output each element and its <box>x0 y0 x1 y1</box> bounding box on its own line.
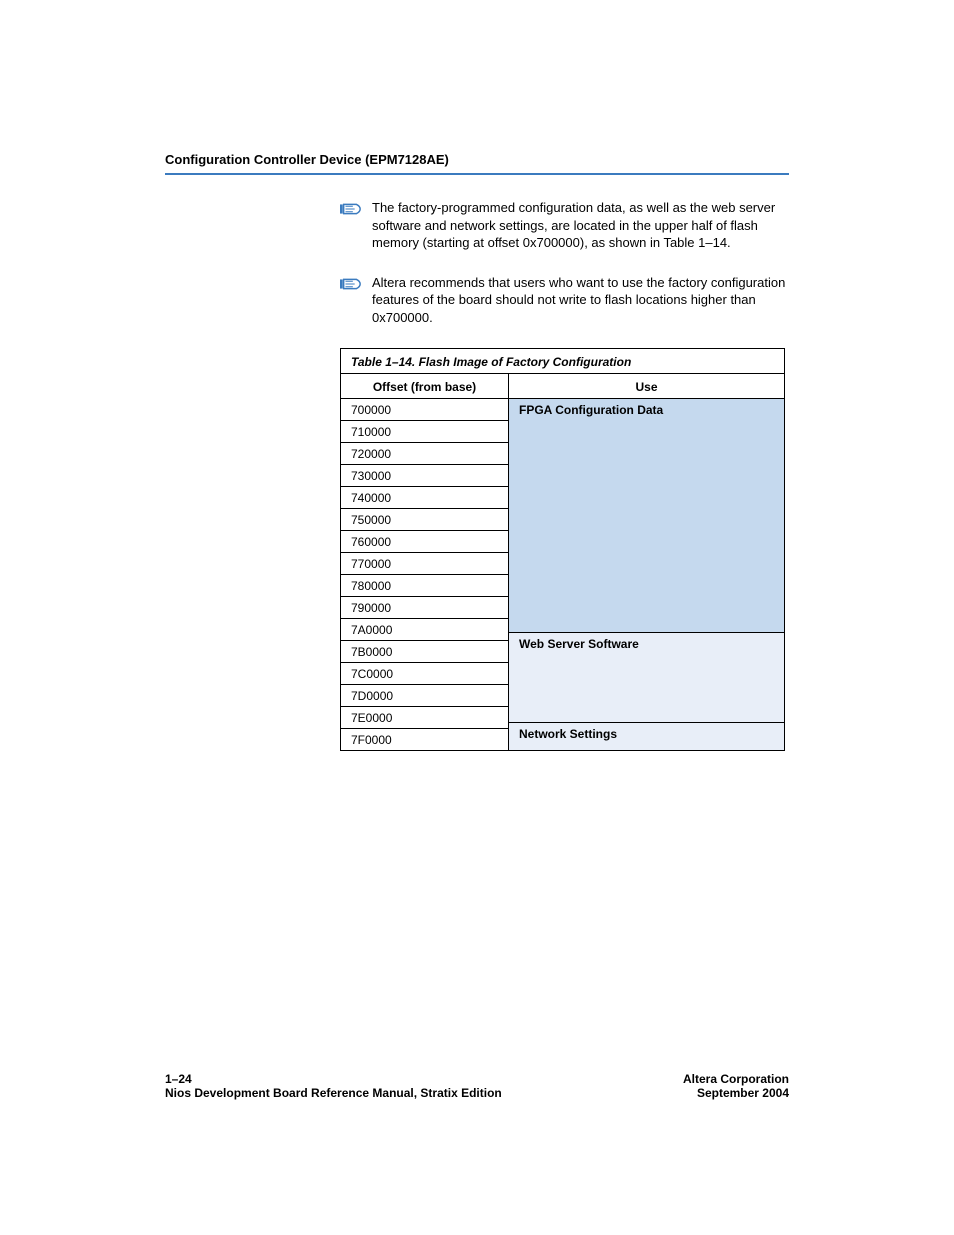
table-row: 700000 <box>341 399 508 421</box>
table-row: 7A0000 <box>341 619 508 641</box>
use-block: Network Settings <box>509 723 784 751</box>
table-header-row: Offset (from base) Use <box>341 374 784 399</box>
footer-company: Altera Corporation <box>683 1072 789 1086</box>
table-row: 7C0000 <box>341 663 508 685</box>
note-text-2: Altera recommends that users who want to… <box>372 274 789 327</box>
table-row: 750000 <box>341 509 508 531</box>
hand-pointer-icon <box>340 276 362 292</box>
table-row: 780000 <box>341 575 508 597</box>
use-block: FPGA Configuration Data <box>509 399 784 633</box>
offsets-column: 7000007100007200007300007400007500007600… <box>341 399 509 750</box>
table-row: 760000 <box>341 531 508 553</box>
header-rule <box>165 173 789 175</box>
note-text-1: The factory-programmed configuration dat… <box>372 199 789 252</box>
table-row: 730000 <box>341 465 508 487</box>
footer-page-number: 1–24 <box>165 1072 192 1086</box>
use-column: FPGA Configuration DataWeb Server Softwa… <box>509 399 784 750</box>
hand-pointer-icon <box>340 201 362 217</box>
note-block-1: The factory-programmed configuration dat… <box>165 199 789 252</box>
table-row: 7D0000 <box>341 685 508 707</box>
table-row: 770000 <box>341 553 508 575</box>
footer-doc-title: Nios Development Board Reference Manual,… <box>165 1086 502 1100</box>
page-footer: 1–24 Altera Corporation Nios Development… <box>165 1072 789 1100</box>
table-row: 740000 <box>341 487 508 509</box>
col-header-use: Use <box>509 374 784 399</box>
table-row: 7F0000 <box>341 729 508 750</box>
table-title: Table 1–14. Flash Image of Factory Confi… <box>341 349 784 374</box>
use-block: Web Server Software <box>509 633 784 723</box>
table-row: 720000 <box>341 443 508 465</box>
footer-date: September 2004 <box>697 1086 789 1100</box>
table-row: 7B0000 <box>341 641 508 663</box>
table-row: 7E0000 <box>341 707 508 729</box>
note-block-2: Altera recommends that users who want to… <box>165 274 789 327</box>
section-header: Configuration Controller Device (EPM7128… <box>165 152 789 173</box>
col-header-offset: Offset (from base) <box>341 374 509 399</box>
table-row: 790000 <box>341 597 508 619</box>
table-row: 710000 <box>341 421 508 443</box>
flash-image-table: Table 1–14. Flash Image of Factory Confi… <box>340 348 785 751</box>
